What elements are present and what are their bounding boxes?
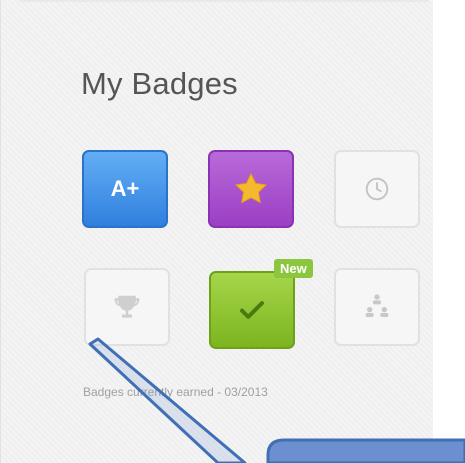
callout-annotation [88, 337, 465, 463]
callout-pointer [88, 337, 247, 463]
callout-bubble [266, 438, 465, 463]
